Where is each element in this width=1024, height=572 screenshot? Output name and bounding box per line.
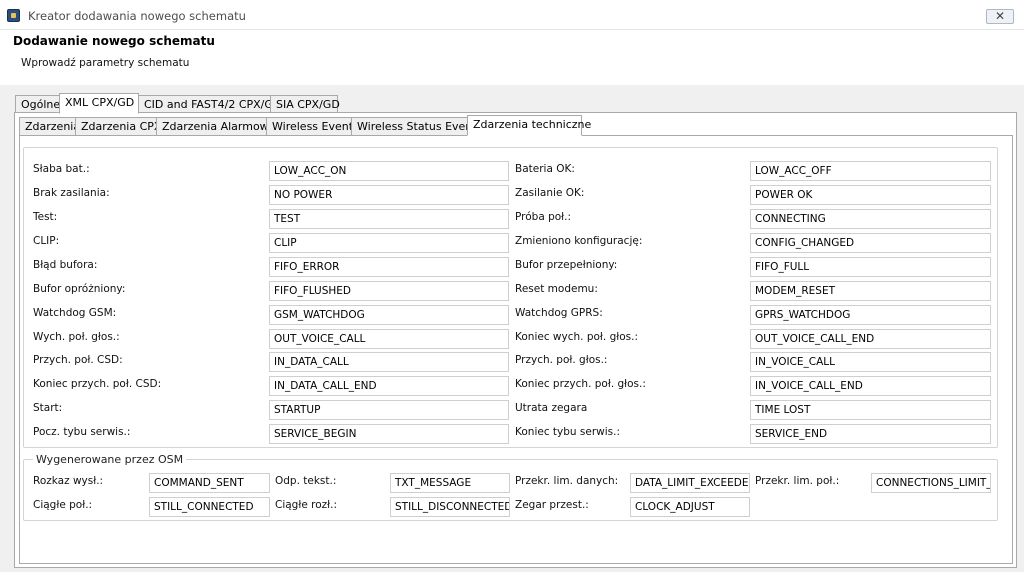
osm-value-field[interactable]: CONNECTIONS_LIMIT_ [871,473,991,493]
event-value-field[interactable]: TEST [269,209,509,229]
event-label: Koniec tybu serwis.: [515,426,621,438]
event-label: Błąd bufora: [33,259,98,271]
osm-label: Odp. tekst.: [275,475,337,487]
app-icon [7,9,20,22]
osm-label: Przekr. lim. poł.: [755,475,840,487]
event-value-field[interactable]: IN_DATA_CALL_END [269,376,509,396]
event-label: Pocz. tybu serwis.: [33,426,131,438]
subtab-alarm-events[interactable]: Zdarzenia Alarmowe [156,117,275,136]
event-value-field[interactable]: CLIP [269,233,509,253]
event-label: Słaba bat.: [33,163,90,175]
event-label: Utrata zegara [515,402,588,414]
event-label: Przych. poł. głos.: [515,354,608,366]
event-value-field[interactable]: FIFO_FULL [750,257,991,277]
window-title: Kreator dodawania nowego schematu [28,9,246,23]
event-value-field[interactable]: FIFO_ERROR [269,257,509,277]
event-label: Zmieniono konfigurację: [515,235,643,247]
event-value-field[interactable]: CONFIG_CHANGED [750,233,991,253]
wizard-header: Dodawanie nowego schematu Wprowadź param… [0,30,1024,85]
event-label: Bufor opróżniony: [33,283,126,295]
subtab-technical-events[interactable]: Zdarzenia techniczne [467,115,591,136]
subtab-wireless-events[interactable]: Wireless Events [266,117,359,136]
event-label: Watchdog GPRS: [515,307,603,319]
event-value-field[interactable]: CONNECTING [750,209,991,229]
event-label: Koniec przych. poł. CSD: [33,378,162,390]
event-value-field[interactable]: SERVICE_END [750,424,991,444]
osm-value-field[interactable]: DATA_LIMIT_EXCEEDED [630,473,750,493]
event-value-field[interactable]: IN_VOICE_CALL [750,352,991,372]
event-value-field[interactable]: IN_VOICE_CALL_END [750,376,991,396]
osm-value-field[interactable]: COMMAND_SENT [149,473,270,493]
event-value-field[interactable]: IN_DATA_CALL [269,352,509,372]
osm-label: Rozkaz wysł.: [33,475,104,487]
event-value-field[interactable]: STARTUP [269,400,509,420]
event-value-field[interactable]: SERVICE_BEGIN [269,424,509,444]
osm-value-field[interactable]: CLOCK_ADJUST [630,497,750,517]
event-label: Próba poł.: [515,211,572,223]
osm-label: Ciągłe rozł.: [275,499,338,511]
osm-group-title: Wygenerowane przez OSM [33,453,187,466]
event-label: CLIP: [33,235,60,247]
event-label: Brak zasilania: [33,187,110,199]
osm-label: Zegar przest.: [515,499,589,511]
title-bar: Kreator dodawania nowego schematu ✕ [0,0,1024,30]
subtab-wireless-status-events[interactable]: Wireless Status Events [351,117,482,136]
event-value-field[interactable]: FIFO_FLUSHED [269,281,509,301]
event-label: Wych. poł. głos.: [33,331,120,343]
event-value-field[interactable]: OUT_VOICE_CALL [269,329,509,349]
event-value-field[interactable]: MODEM_RESET [750,281,991,301]
event-label: Bateria OK: [515,163,575,175]
page-title: Dodawanie nowego schematu [13,34,215,48]
close-button[interactable]: ✕ [986,9,1014,24]
subtab-events[interactable]: Zdarzenia [19,117,80,136]
osm-label: Ciągłe poł.: [33,499,93,511]
event-label: Zasilanie OK: [515,187,585,199]
event-label: Przych. poł. CSD: [33,354,123,366]
event-value-field[interactable]: NO POWER [269,185,509,205]
event-label: Koniec wych. poł. głos.: [515,331,639,343]
event-label: Bufor przepełniony: [515,259,618,271]
event-value-field[interactable]: OUT_VOICE_CALL_END [750,329,991,349]
event-value-field[interactable]: POWER OK [750,185,991,205]
event-label: Test: [33,211,58,223]
event-value-field[interactable]: LOW_ACC_ON [269,161,509,181]
event-label: Start: [33,402,63,414]
event-label: Reset modemu: [515,283,598,295]
osm-value-field[interactable]: TXT_MESSAGE [390,473,510,493]
event-label: Koniec przych. poł. głos.: [515,378,646,390]
tab-xml-cpx-gd[interactable]: XML CPX/GD [59,93,139,114]
event-value-field[interactable]: TIME LOST [750,400,991,420]
subtab-cpx-events[interactable]: Zdarzenia CPX [75,117,161,136]
event-value-field[interactable]: GSM_WATCHDOG [269,305,509,325]
osm-value-field[interactable]: STILL_CONNECTED [149,497,270,517]
event-value-field[interactable]: LOW_ACC_OFF [750,161,991,181]
event-value-field[interactable]: GPRS_WATCHDOG [750,305,991,325]
osm-value-field[interactable]: STILL_DISCONNECTED [390,497,510,517]
osm-label: Przekr. lim. danych: [515,475,619,487]
event-label: Watchdog GSM: [33,307,117,319]
page-subtitle: Wprowadź parametry schematu [21,57,190,69]
